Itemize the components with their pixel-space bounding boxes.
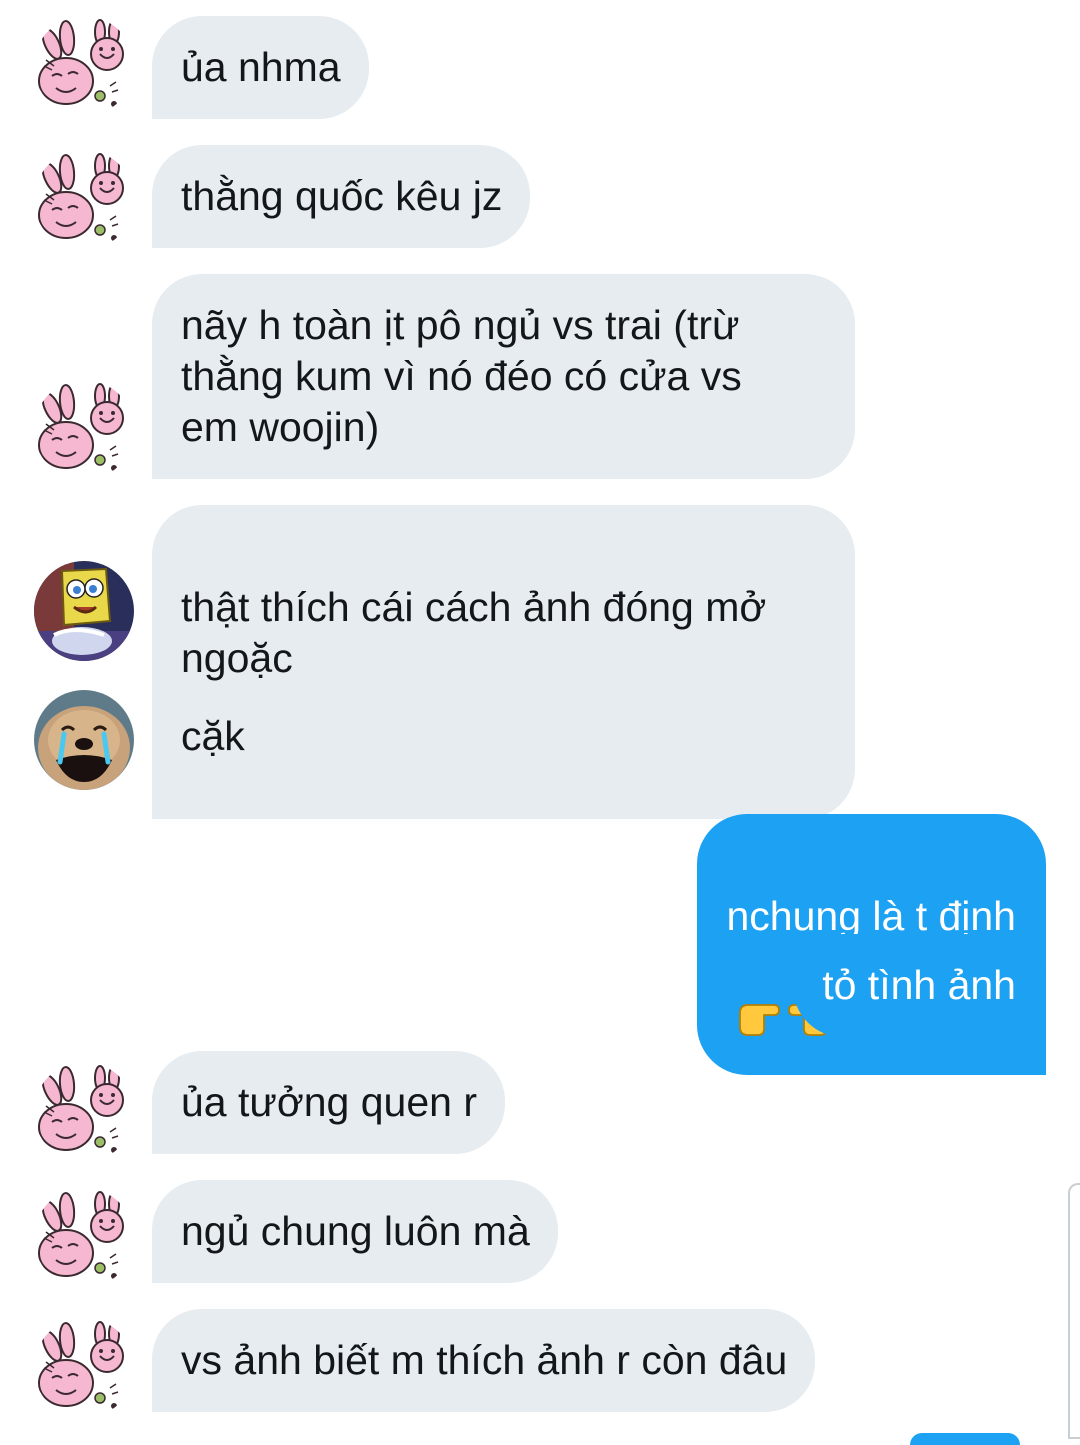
scrollbar-edge[interactable] bbox=[1068, 1183, 1080, 1439]
message-text: thật thích cái cách ảnh đóng mở ngoặc bbox=[181, 584, 767, 681]
received-message-bubble[interactable]: vs ảnh biết m thích ảnh r còn đâu bbox=[152, 1309, 816, 1412]
received-message-bubble[interactable]: ngủ chung luôn mà bbox=[152, 1180, 558, 1283]
received-message-bubble[interactable]: nãy h toàn ịt pô ngủ vs trai (trừ thằng … bbox=[152, 274, 855, 479]
received-message-bubble[interactable]: thằng quốc kêu jz bbox=[152, 145, 531, 248]
bunny-sticker-avatar[interactable] bbox=[34, 380, 134, 480]
sent-message-bubble[interactable]: tỏ tình ảnh bbox=[793, 934, 1046, 1037]
bunny-sticker-avatar[interactable] bbox=[34, 16, 134, 116]
received-message-bubble[interactable]: ủa nhma bbox=[152, 16, 369, 119]
received-message-bubble[interactable]: cặk bbox=[152, 685, 273, 788]
bunny-sticker-avatar[interactable] bbox=[34, 1318, 134, 1418]
bunny-sticker-avatar[interactable] bbox=[34, 1188, 134, 1288]
message-text: nchung là t định bbox=[726, 893, 1016, 939]
received-message-bubble[interactable]: ủa tưởng quen r bbox=[152, 1051, 505, 1154]
bunny-sticker-avatar[interactable] bbox=[34, 1062, 134, 1162]
crying-dog-avatar[interactable] bbox=[34, 690, 134, 790]
partial-sent-message-bubble[interactable] bbox=[910, 1433, 1020, 1445]
bunny-sticker-avatar[interactable] bbox=[34, 150, 134, 250]
sponge-cartoon-avatar[interactable] bbox=[34, 561, 134, 661]
